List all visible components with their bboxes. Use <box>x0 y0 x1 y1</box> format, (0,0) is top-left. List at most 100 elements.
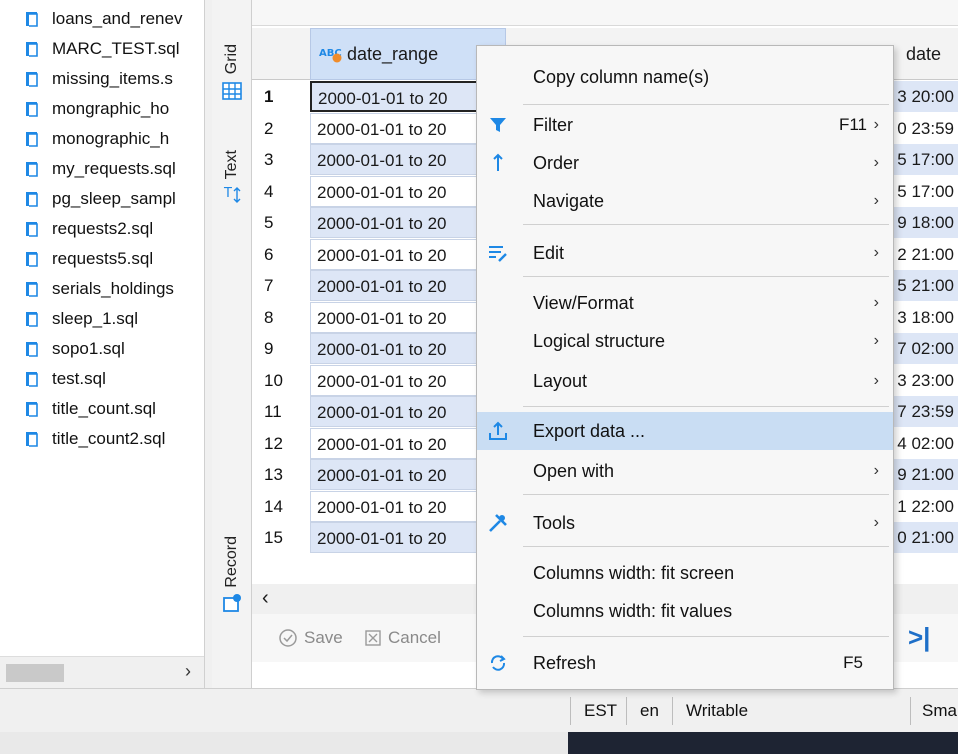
date-range-cell[interactable]: 2000-01-01 to 20 <box>310 207 500 238</box>
menu-edit[interactable]: Edit › <box>477 234 893 272</box>
date-range-cell[interactable]: 2000-01-01 to 20 <box>310 396 500 427</box>
date-range-cell[interactable]: 2000-01-01 to 20 <box>310 112 500 144</box>
tools-icon <box>489 514 507 532</box>
save-label: Save <box>304 628 343 647</box>
filter-icon <box>490 118 506 132</box>
date-cell[interactable]: 2 21:00 <box>892 239 958 270</box>
date-cell[interactable]: 5 17:00 <box>892 144 958 175</box>
column-header-date[interactable]: date <box>906 28 958 80</box>
menu-view-format[interactable]: View/Format › <box>477 284 893 322</box>
menu-separator <box>523 406 889 407</box>
menu-logical-structure[interactable]: Logical structure › <box>477 322 893 360</box>
date-range-cell[interactable]: 2000-01-01 to 20 <box>310 459 500 490</box>
date-range-cell[interactable]: 2000-01-01 to 20 <box>310 364 500 396</box>
menu-filter[interactable]: Filter F11 › <box>477 106 893 144</box>
save-button[interactable]: Save <box>278 628 343 648</box>
file-list-horizontal-scrollbar[interactable]: › <box>0 656 204 688</box>
side-tabs: Grid Text T Record <box>212 0 252 690</box>
file-item[interactable]: missing_items.s <box>0 64 204 94</box>
tab-grid[interactable]: Grid <box>216 44 248 102</box>
date-cell[interactable]: 1 22:00 <box>892 491 958 522</box>
file-item[interactable]: test.sql <box>0 364 204 394</box>
date-range-cell[interactable]: 2000-01-01 to 20 <box>310 490 500 522</box>
date-range-cell[interactable]: 2000-01-01 to 20 <box>310 427 500 459</box>
file-item[interactable]: serials_holdings <box>0 274 204 304</box>
menu-layout[interactable]: Layout › <box>477 362 893 400</box>
date-cell[interactable]: 3 23:00 <box>892 365 958 396</box>
record-icon <box>223 593 241 612</box>
refresh-icon <box>490 655 506 671</box>
scroll-right-icon[interactable]: › <box>185 661 191 682</box>
scrollbar-thumb[interactable] <box>6 664 64 682</box>
file-item[interactable]: title_count2.sql <box>0 424 204 454</box>
scroll-left-icon[interactable]: ‹ <box>262 587 269 610</box>
submenu-arrow-icon: › <box>873 244 879 261</box>
date-range-cell[interactable]: 2000-01-01 to 20 <box>310 522 500 553</box>
sql-script-icon <box>26 132 38 147</box>
tab-record-label: Record <box>223 536 240 588</box>
date-cell[interactable]: 0 23:59 <box>892 113 958 144</box>
submenu-arrow-icon: › <box>873 192 879 209</box>
file-item[interactable]: sopo1.sql <box>0 334 204 364</box>
date-range-cell[interactable]: 2000-01-01 to 20 <box>310 81 500 112</box>
status-smart[interactable]: Sma <box>922 689 957 733</box>
status-separator <box>570 697 571 725</box>
last-page-button[interactable]: >| <box>908 622 930 653</box>
date-range-cell[interactable]: 2000-01-01 to 20 <box>310 238 500 270</box>
date-cell[interactable]: 0 21:00 <box>892 522 958 553</box>
sort-order-icon <box>493 153 503 171</box>
file-item[interactable]: mongraphic_ho <box>0 94 204 124</box>
submenu-arrow-icon: › <box>873 332 879 349</box>
date-range-cell[interactable]: 2000-01-01 to 20 <box>310 301 500 333</box>
menu-refresh[interactable]: Refresh F5 <box>477 644 893 682</box>
cancel-button[interactable]: Cancel <box>364 628 441 648</box>
row-number: 9 <box>264 339 274 358</box>
menu-open-with[interactable]: Open with › <box>477 452 893 490</box>
menu-separator <box>523 104 889 105</box>
context-menu: Copy column name(s) Filter F11 › Order ›… <box>476 45 894 690</box>
tab-record[interactable]: Record <box>216 536 248 614</box>
row-number: 1 <box>264 87 274 106</box>
menu-columns-fit-screen[interactable]: Columns width: fit screen <box>477 554 893 592</box>
menu-order[interactable]: Order › <box>477 144 893 182</box>
date-cell[interactable]: 5 21:00 <box>892 270 958 301</box>
submenu-arrow-icon: › <box>873 514 879 531</box>
menu-navigate[interactable]: Navigate › <box>477 182 893 220</box>
file-item[interactable]: sleep_1.sql <box>0 304 204 334</box>
status-separator <box>626 697 627 725</box>
tab-text[interactable]: Text T <box>216 150 248 209</box>
menu-columns-fit-values[interactable]: Columns width: fit values <box>477 592 893 630</box>
file-item-label: loans_and_renev <box>52 9 183 28</box>
file-item[interactable]: requests2.sql <box>0 214 204 244</box>
status-timezone[interactable]: EST <box>584 689 617 733</box>
status-language[interactable]: en <box>640 689 659 733</box>
date-cell[interactable]: 3 18:00 <box>892 302 958 333</box>
export-icon <box>489 421 507 440</box>
file-item[interactable]: pg_sleep_sampl <box>0 184 204 214</box>
date-range-cell[interactable]: 2000-01-01 to 20 <box>310 333 500 364</box>
file-item-label: pg_sleep_sampl <box>52 189 176 208</box>
sql-script-icon <box>26 162 38 177</box>
menu-copy-column-names[interactable]: Copy column name(s) <box>477 58 893 96</box>
date-cell[interactable]: 9 21:00 <box>892 459 958 490</box>
date-cell[interactable]: 4 02:00 <box>892 428 958 459</box>
date-cell[interactable]: 7 23:59 <box>892 396 958 427</box>
date-cell[interactable]: 5 17:00 <box>892 176 958 207</box>
sql-script-icon <box>26 102 38 117</box>
date-range-cell[interactable]: 2000-01-01 to 20 <box>310 270 500 301</box>
menu-tools[interactable]: Tools › <box>477 504 893 542</box>
file-item[interactable]: monographic_h <box>0 124 204 154</box>
file-item[interactable]: requests5.sql <box>0 244 204 274</box>
date-range-cell[interactable]: 2000-01-01 to 20 <box>310 144 500 175</box>
date-cell[interactable]: 7 02:00 <box>892 333 958 364</box>
date-cell[interactable]: 3 20:00 <box>892 81 958 112</box>
date-cell[interactable]: 9 18:00 <box>892 207 958 238</box>
file-item[interactable]: my_requests.sql <box>0 154 204 184</box>
status-mode[interactable]: Writable <box>686 689 748 733</box>
file-item[interactable]: loans_and_renev <box>0 4 204 34</box>
file-item[interactable]: title_count.sql <box>0 394 204 424</box>
file-item[interactable]: MARC_TEST.sql <box>0 34 204 64</box>
taskbar-dark-area <box>568 732 958 754</box>
date-range-cell[interactable]: 2000-01-01 to 20 <box>310 175 500 207</box>
menu-export-data[interactable]: Export data ... <box>477 412 893 450</box>
